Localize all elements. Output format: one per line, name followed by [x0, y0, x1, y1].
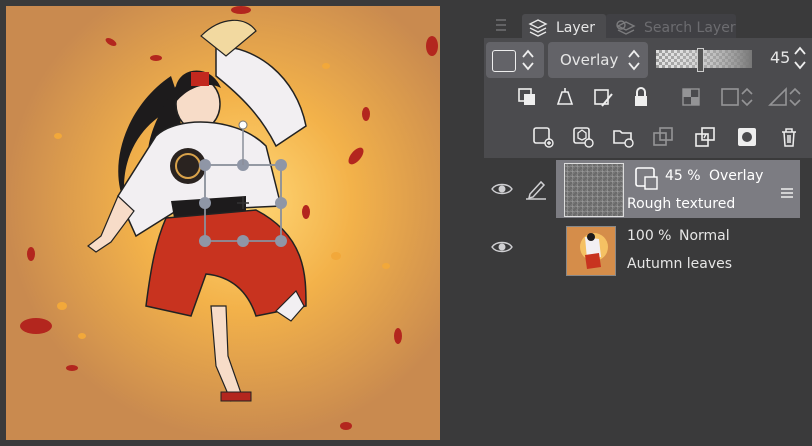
eye-icon [491, 241, 513, 253]
merge-down-icon[interactable] [694, 126, 716, 148]
layer-name: Autumn leaves [627, 256, 733, 272]
blend-mode-value: Overlay [560, 51, 619, 69]
layer-thumbnail [566, 226, 616, 276]
opacity-stepper[interactable] [792, 44, 808, 72]
layer-blend-mode: Overlay [709, 168, 764, 184]
duplicate-layer-icon[interactable] [652, 126, 674, 148]
artwork-illustration [6, 6, 440, 440]
pencil-icon [526, 180, 546, 200]
layer-blend-mode: Normal [679, 228, 730, 244]
drag-handle-icon[interactable] [781, 184, 793, 198]
mask-enable-icon[interactable] [720, 86, 754, 108]
lock-transparency-icon[interactable] [680, 86, 702, 108]
up-down-arrows-icon [628, 49, 640, 71]
canvas-area[interactable] [0, 0, 470, 446]
lock-layer-icon[interactable] [630, 86, 652, 108]
layer-visibility-toggle[interactable] [490, 238, 514, 256]
opacity-slider[interactable] [656, 48, 752, 72]
ruler-icon[interactable] [768, 86, 802, 108]
new-raster-layer-icon[interactable] [532, 126, 554, 148]
artwork-canvas[interactable] [6, 6, 440, 440]
opacity-value: 45 [770, 48, 791, 67]
up-down-arrows-icon [522, 49, 534, 71]
layers-icon [528, 18, 548, 38]
layer-edit-target[interactable] [524, 178, 548, 200]
new-vector-layer-icon[interactable] [572, 126, 594, 148]
eye-icon [491, 183, 513, 195]
hamburger-menu-icon[interactable] [496, 16, 506, 31]
clip-to-layer-below-icon[interactable] [516, 86, 538, 108]
draft-layer-icon[interactable] [592, 86, 614, 108]
layer-thumbnail [564, 163, 624, 217]
blend-mode-select[interactable]: Overlay [548, 42, 648, 78]
search-layer-icon [614, 18, 636, 38]
reference-layer-icon[interactable] [554, 86, 576, 108]
opacity-slider-thumb[interactable] [697, 48, 704, 72]
layer-color-box[interactable] [486, 42, 544, 78]
opacity-slider-track [656, 50, 752, 68]
layer-opacity: 45 % [665, 168, 701, 184]
create-mask-icon[interactable] [736, 126, 758, 148]
new-folder-icon[interactable] [612, 126, 634, 148]
layer-type-icon [634, 166, 660, 192]
trash-icon[interactable] [778, 126, 800, 148]
layer-opacity: 100 % [627, 228, 672, 244]
layer-visibility-toggle[interactable] [490, 180, 514, 198]
layer-name: Rough textured [627, 196, 736, 212]
